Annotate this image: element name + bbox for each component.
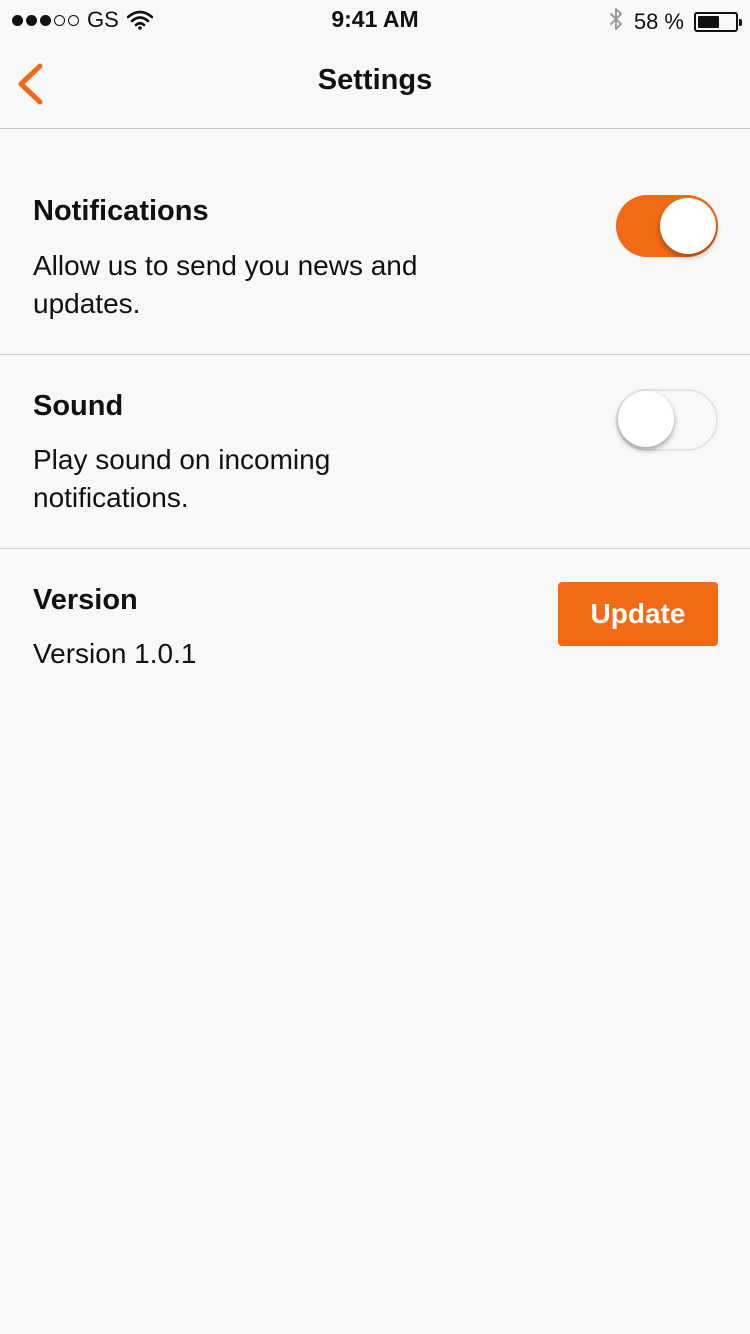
sound-toggle[interactable] <box>616 389 718 451</box>
bluetooth-icon <box>608 7 624 37</box>
version-setting: Version Version 1.0.1 Update <box>0 550 750 700</box>
sound-setting: Sound Play sound on incoming notificatio… <box>0 356 750 549</box>
battery-icon <box>694 12 742 32</box>
notifications-description: Allow us to send you news and updates. <box>33 250 418 319</box>
toggle-knob <box>660 198 716 254</box>
battery-percentage: 58 % <box>633 9 684 34</box>
page-title: Settings <box>317 64 433 96</box>
notifications-title: Notifications <box>33 195 209 227</box>
notifications-toggle[interactable] <box>616 195 718 257</box>
toggle-knob <box>618 391 674 447</box>
battery-level-fill <box>698 16 719 28</box>
status-bar-right: 58 % <box>608 7 742 37</box>
status-bar: GS 9:41 AM 58 % <box>0 0 750 40</box>
sound-description: Play sound on incoming notifications. <box>33 444 331 513</box>
notifications-setting: Notifications Allow us to send you news … <box>0 129 750 355</box>
navigation-bar: Settings <box>0 40 750 129</box>
update-button[interactable]: Update <box>558 582 718 646</box>
version-value: Version 1.0.1 <box>33 638 197 669</box>
version-title: Version <box>33 584 138 616</box>
sound-title: Sound <box>33 390 124 422</box>
